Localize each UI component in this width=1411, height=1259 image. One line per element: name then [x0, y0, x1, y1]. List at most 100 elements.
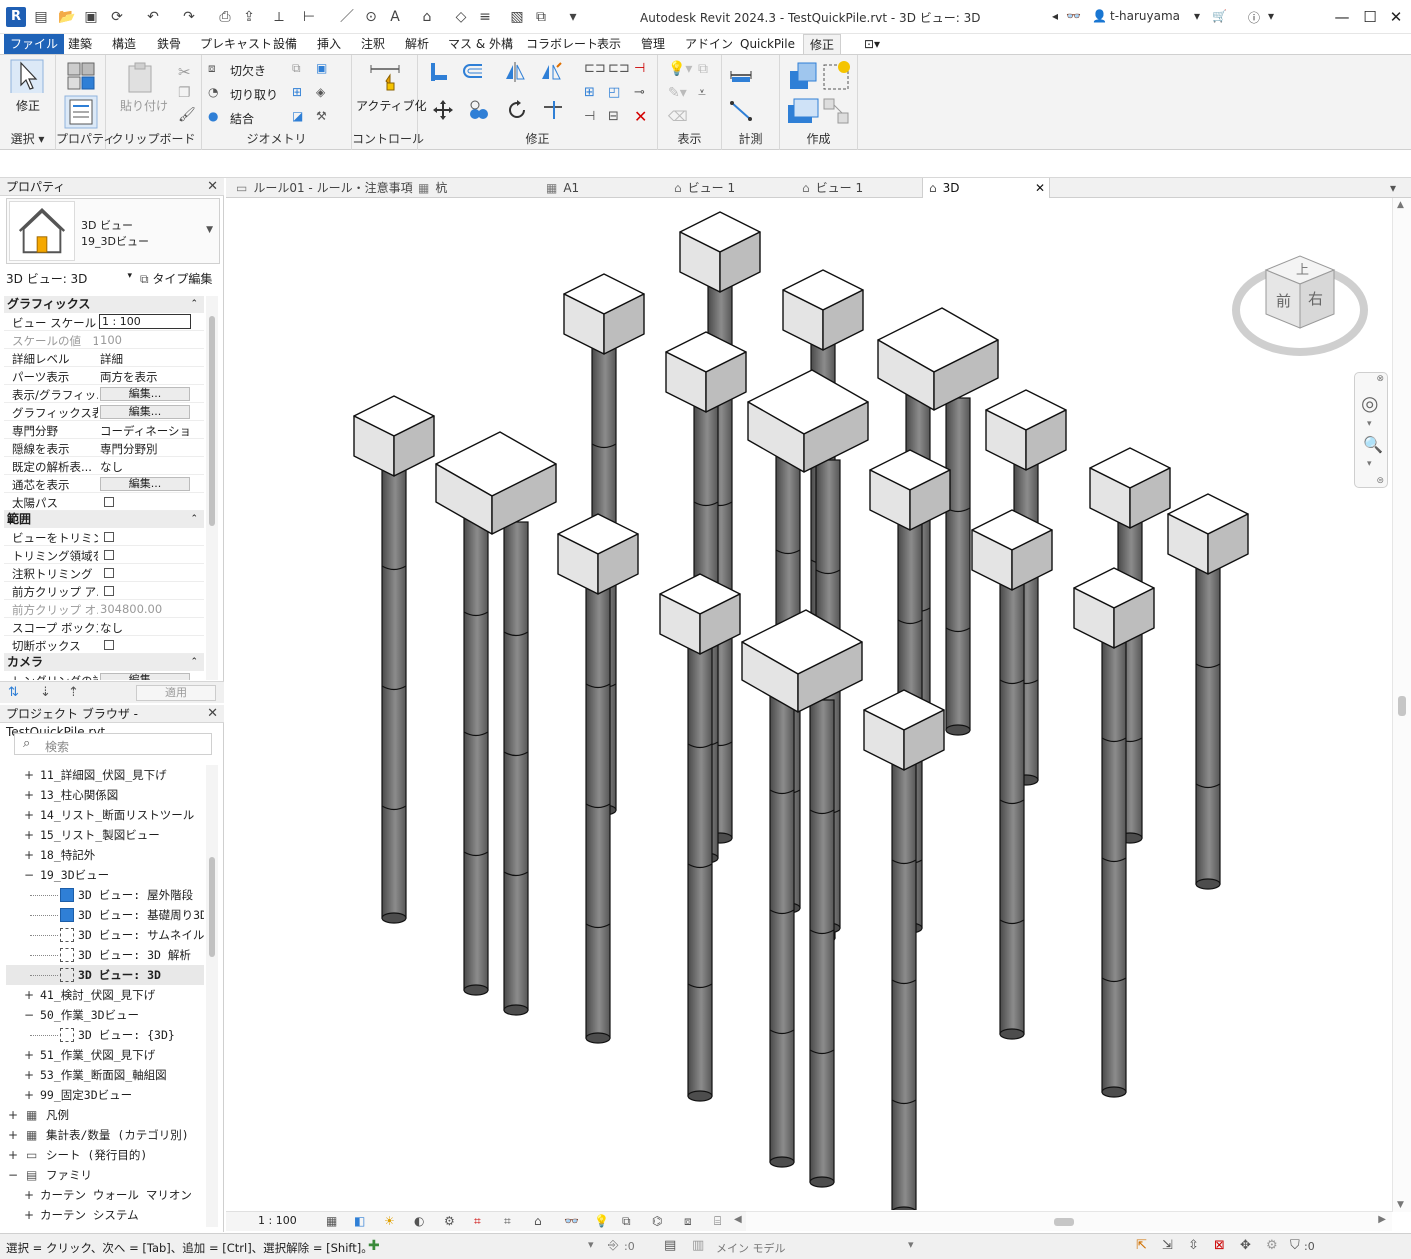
trim-icon[interactable]	[542, 99, 564, 121]
app-logo[interactable]: R	[6, 7, 26, 27]
measure-icon[interactable]	[730, 65, 752, 87]
sync-icon[interactable]: ⟳	[108, 8, 126, 26]
create-part-icon[interactable]	[786, 59, 820, 93]
tag-icon[interactable]: ⊙	[362, 8, 380, 26]
split-face-icon[interactable]: ◔	[208, 85, 218, 99]
properties-icon[interactable]: ▤	[32, 8, 50, 26]
pile-tip[interactable]	[809, 1176, 835, 1188]
trim-single-icon[interactable]: ⊣	[584, 109, 595, 124]
pile-shaft[interactable]	[1195, 553, 1221, 885]
canvas-horizontal-scrollbar[interactable]: ▶	[746, 1211, 1392, 1231]
worksharing-icon[interactable]: ✚	[368, 1238, 380, 1254]
view-scale[interactable]: 1 : 100	[258, 1214, 297, 1227]
pile-tip[interactable]	[1101, 1086, 1127, 1098]
chevron-down-icon[interactable]: ▾	[588, 1238, 594, 1251]
pile-shaft[interactable]	[463, 501, 489, 991]
collapse-icon[interactable]: −	[8, 1165, 18, 1185]
scrollbar-thumb[interactable]	[1398, 696, 1406, 716]
browser-view-item[interactable]: 3D ビュー: サムネイル	[6, 925, 204, 945]
scroll-down-icon[interactable]: ▼	[1397, 1200, 1404, 1210]
viewcube[interactable]: 上 前 右	[1230, 248, 1368, 364]
expand-icon[interactable]: +	[24, 845, 34, 865]
move-icon[interactable]	[432, 99, 454, 121]
paste-label[interactable]: 貼り付け	[120, 97, 168, 114]
property-checkbox[interactable]	[104, 586, 114, 596]
cut-geometry-icon[interactable]: ⧈	[208, 61, 216, 76]
model-icon[interactable]: ▥	[692, 1238, 704, 1253]
browser-folder[interactable]: +15_リスト_製図ビュー	[6, 825, 204, 845]
close-button[interactable]: ✕	[1385, 6, 1407, 28]
infocenter-arrow-icon[interactable]: ◂	[1052, 9, 1058, 23]
expand-icon[interactable]: +	[8, 1145, 18, 1165]
pile-tip[interactable]	[769, 1156, 795, 1168]
3d-view-canvas[interactable]: 上 前 右 ⊗ ◎ ▾ 🔍 ▾ ⊜	[226, 198, 1392, 1210]
brush-icon[interactable]: ✎▾	[668, 85, 687, 101]
pile-shaft[interactable]	[769, 679, 795, 1163]
properties-scrollbar[interactable]	[206, 296, 218, 680]
export-icon[interactable]: ⇪	[240, 8, 258, 26]
view-box-icon[interactable]: ⧉	[698, 61, 708, 77]
help-chevron-icon[interactable]: ▾	[1268, 9, 1274, 23]
select-links-icon[interactable]: ⇱	[1136, 1238, 1147, 1253]
scroll-left-icon[interactable]: ◀	[734, 1214, 742, 1225]
close-hidden-icon[interactable]: ▧	[508, 8, 526, 26]
property-value[interactable]: なし	[100, 459, 192, 475]
aligned-dimension-icon[interactable]	[730, 99, 752, 121]
canvas-vertical-scrollbar[interactable]: ▲ ▼	[1392, 198, 1411, 1212]
mirror-axis-icon[interactable]	[504, 61, 526, 83]
apply-button[interactable]: 適用	[136, 685, 216, 701]
split-gap-icon[interactable]: ⊏⊐	[608, 61, 630, 76]
close-icon[interactable]: ⊗	[1376, 374, 1384, 384]
print-icon[interactable]: ⎙	[216, 8, 234, 26]
tab-steel[interactable]: 鉄骨	[151, 34, 187, 54]
tab-view-3d[interactable]: ⌂ 3D ✕	[922, 178, 1050, 198]
property-checkbox[interactable]	[104, 640, 114, 650]
browser-view-item[interactable]: 3D ビュー: 屋外階段	[6, 885, 204, 905]
viewcube-right-label[interactable]: 右	[1308, 290, 1323, 308]
chevron-down-icon[interactable]: ▾	[908, 1238, 914, 1251]
type-selector[interactable]: 3D ビュー 19_3Dビュー ▼	[6, 198, 220, 264]
array-icon[interactable]: ⊞	[584, 85, 595, 100]
user-icon[interactable]: 👤	[1092, 9, 1107, 23]
user-menu-chevron-icon[interactable]: ▾	[1194, 9, 1200, 23]
similar-icon[interactable]	[820, 95, 854, 129]
viewcube-front-label[interactable]: 前	[1276, 292, 1291, 310]
property-value[interactable]: なし	[100, 620, 192, 636]
browser-view-item[interactable]: 3D ビュー: 基礎周り3D	[6, 905, 204, 925]
property-value[interactable]: 専門分野別	[100, 441, 192, 457]
render-icon[interactable]: ⚙	[444, 1214, 455, 1228]
default-3d-icon[interactable]: ⌂	[418, 8, 436, 26]
eraser-icon[interactable]: ⌫	[668, 109, 688, 125]
dimension-icon[interactable]: ⊢	[300, 8, 318, 26]
zoom-icon[interactable]: 🔍	[1363, 435, 1383, 454]
viewcube-top-label[interactable]: 上	[1296, 263, 1309, 278]
tab-modify[interactable]: 修正	[803, 34, 842, 54]
property-category[interactable]: グラフィックス ⌃	[4, 296, 204, 313]
property-edit-button[interactable]: 編集...	[100, 405, 190, 419]
tabs-menu-icon[interactable]: ▾	[1390, 178, 1396, 198]
pile[interactable]	[741, 609, 863, 1188]
split-tool-icon[interactable]: ⊏⊐	[584, 61, 606, 76]
split-label[interactable]: 切り取り	[230, 86, 278, 103]
scrollbar-thumb[interactable]	[209, 857, 215, 957]
property-value[interactable]: 詳細	[100, 351, 192, 367]
tab-view-view1-b[interactable]: ⌂ ビュー 1	[796, 178, 922, 198]
match-type-icon[interactable]: 🖌	[178, 107, 196, 123]
property-value-input[interactable]: 1 : 100	[99, 314, 191, 329]
paste-icon[interactable]	[124, 61, 158, 95]
type-properties-icon[interactable]	[64, 59, 98, 93]
property-value[interactable]: コーディネーション	[100, 423, 192, 439]
pile-tip[interactable]	[1195, 878, 1221, 890]
browser-folder[interactable]: + カーテン ウォール マリオン	[6, 1185, 204, 1205]
property-category[interactable]: 範囲 ⌃	[4, 511, 204, 528]
chevron-down-icon[interactable]: ▾	[1367, 419, 1372, 429]
linework-icon[interactable]: ⩡	[698, 85, 706, 101]
browser-search-input[interactable]: ⌕ 検索	[14, 733, 212, 755]
open-icon[interactable]: 📂	[58, 8, 76, 26]
delete-icon[interactable]: ✕	[634, 107, 647, 126]
split-element-icon[interactable]: ◪	[292, 109, 303, 123]
scale-icon[interactable]: ◰	[608, 85, 620, 100]
property-category[interactable]: カメラ ⌃	[4, 654, 204, 671]
save-icon[interactable]: ▣	[82, 8, 100, 26]
pile[interactable]	[985, 389, 1067, 786]
